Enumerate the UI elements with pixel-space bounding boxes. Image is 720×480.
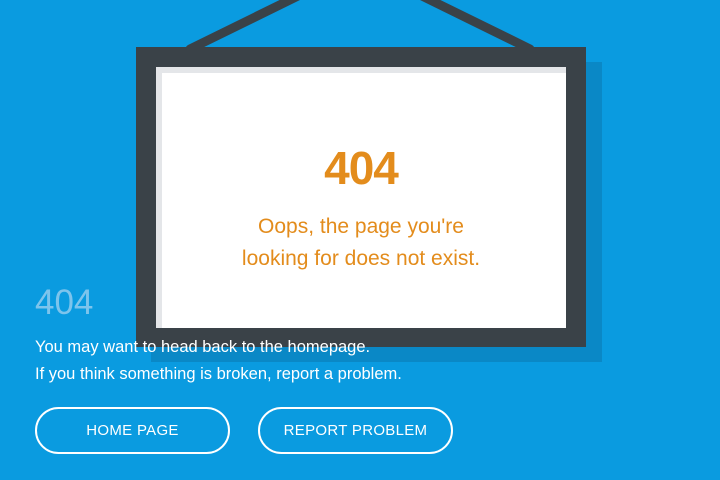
frame-error-message: Oops, the page you're looking for does n… [156, 211, 566, 275]
error-description-line-1: You may want to head back to the homepag… [35, 338, 371, 356]
home-page-button[interactable]: HOME PAGE [35, 407, 230, 454]
report-problem-button[interactable]: REPORT PROBLEM [258, 407, 453, 454]
error-code-heading: 404 [35, 283, 94, 322]
frame-message-line-2: looking for does not exist. [241, 247, 481, 270]
error-page: 404 Oops, the page you're looking for do… [0, 0, 720, 480]
frame-canvas [156, 67, 566, 328]
error-description-line-2: If you think something is broken, report… [35, 365, 402, 383]
error-description: You may want to head back to the homepag… [35, 334, 402, 388]
hanging-wire-left [185, 0, 300, 54]
hanging-wire-right [420, 0, 535, 54]
frame-error-code: 404 [324, 142, 399, 194]
frame-message-line-1: Oops, the page you're [258, 215, 464, 238]
